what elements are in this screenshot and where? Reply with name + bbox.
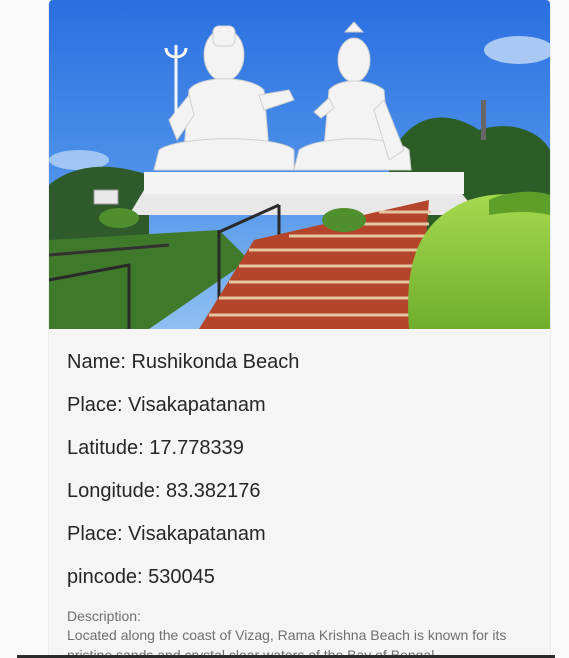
place-longitude: Longitude: 83.382176 <box>67 480 261 502</box>
place-pincode: pincode: 530045 <box>67 566 215 588</box>
description-label: Description: <box>67 608 141 624</box>
place-location-repeat: Place: Visakapatanam <box>67 523 266 545</box>
place-details: Name: Rushikonda Beach Place: Visakapata… <box>49 329 550 658</box>
place-photo <box>49 0 550 329</box>
description-text: Located along the coast of Vizag, Rama K… <box>67 627 507 658</box>
place-latitude: Latitude: 17.778339 <box>67 437 244 459</box>
place-location: Place: Visakapatanam <box>67 394 266 416</box>
place-card: Name: Rushikonda Beach Place: Visakapata… <box>49 0 550 658</box>
page: Name: Rushikonda Beach Place: Visakapata… <box>0 0 569 658</box>
place-name: Name: Rushikonda Beach <box>67 351 300 373</box>
